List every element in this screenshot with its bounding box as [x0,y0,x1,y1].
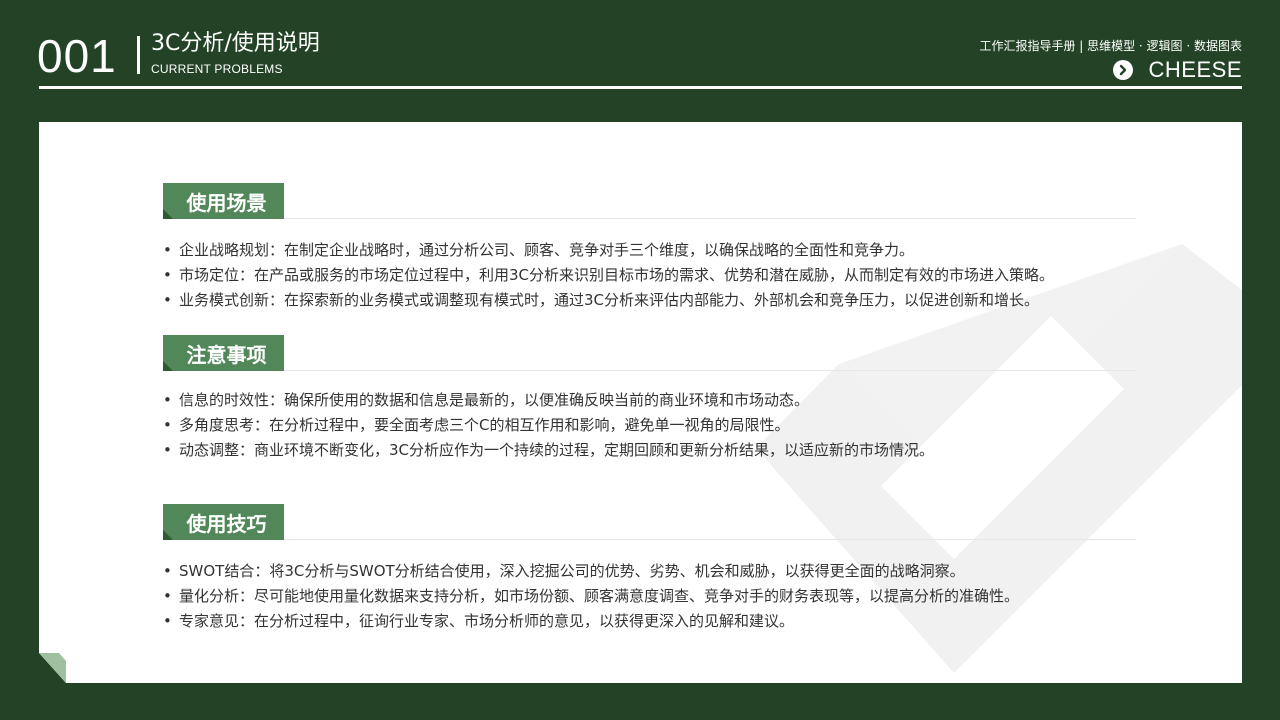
section-tag: 使用场景 [163,183,284,219]
header-tagline: 工作汇报指导手册 | 思维模型 · 逻辑图 · 数据图表 [979,39,1242,53]
page-number: 001 [37,30,117,82]
list-item: 动态调整：商业环境不断变化，3C分析应作为一个持续的过程，定期回顾和更新分析结果… [163,438,934,463]
tag-notch [163,209,173,219]
header-rule [39,86,1242,89]
brand: CHEESE [1112,57,1242,83]
title-divider [137,36,140,74]
bullet-list: SWOT结合：将3C分析与SWOT分析结合使用，深入挖掘公司的优势、劣势、机会和… [163,559,1019,634]
tag-notch [163,530,173,540]
list-item: 市场定位：在产品或服务的市场定位过程中，利用3C分析来识别目标市场的需求、优势和… [163,263,1054,288]
list-item: 量化分析：尽可能地使用量化数据来支持分析，如市场份额、顾客满意度调查、竞争对手的… [163,584,1019,609]
section-tag: 注意事项 [163,335,284,371]
bullet-list: 信息的时效性：确保所使用的数据和信息是最新的，以便准确反映当前的商业环境和市场动… [163,388,934,463]
list-item: 企业战略规划：在制定企业战略时，通过分析公司、顾客、竞争对手三个维度，以确保战略… [163,238,1054,263]
bullet-list: 企业战略规划：在制定企业战略时，通过分析公司、顾客、竞争对手三个维度，以确保战略… [163,238,1054,313]
corner-fold [39,653,66,683]
section-tag: 使用技巧 [163,504,284,540]
page-title: 3C分析/使用说明 [151,31,320,56]
section-usage-scenarios: 使用场景 企业战略规划：在制定企业战略时，通过分析公司、顾客、竞争对手三个维度，… [163,183,1136,323]
section-tips: 使用技巧 SWOT结合：将3C分析与SWOT分析结合使用，深入挖掘公司的优势、劣… [163,504,1136,644]
content-card: 使用场景 企业战略规划：在制定企业战略时，通过分析公司、顾客、竞争对手三个维度，… [39,122,1242,683]
list-item: 业务模式创新：在探索新的业务模式或调整现有模式时，通过3C分析来评估内部能力、外… [163,288,1054,313]
tag-notch [163,361,173,371]
list-item: 专家意见：在分析过程中，征询行业专家、市场分析师的意见，以获得更深入的见解和建议… [163,609,1019,634]
section-rule [284,218,1136,219]
list-item: 多角度思考：在分析过程中，要全面考虑三个C的相互作用和影响，避免单一视角的局限性… [163,413,934,438]
list-item: 信息的时效性：确保所使用的数据和信息是最新的，以便准确反映当前的商业环境和市场动… [163,388,934,413]
section-rule [284,539,1136,540]
page-subtitle: CURRENT PROBLEMS [151,62,283,76]
section-rule [284,370,1136,371]
list-item: SWOT结合：将3C分析与SWOT分析结合使用，深入挖掘公司的优势、劣势、机会和… [163,559,1019,584]
brand-name: CHEESE [1148,57,1242,82]
chevron-right-circle-icon [1112,60,1133,80]
section-notes: 注意事项 信息的时效性：确保所使用的数据和信息是最新的，以便准确反映当前的商业环… [163,335,1136,475]
